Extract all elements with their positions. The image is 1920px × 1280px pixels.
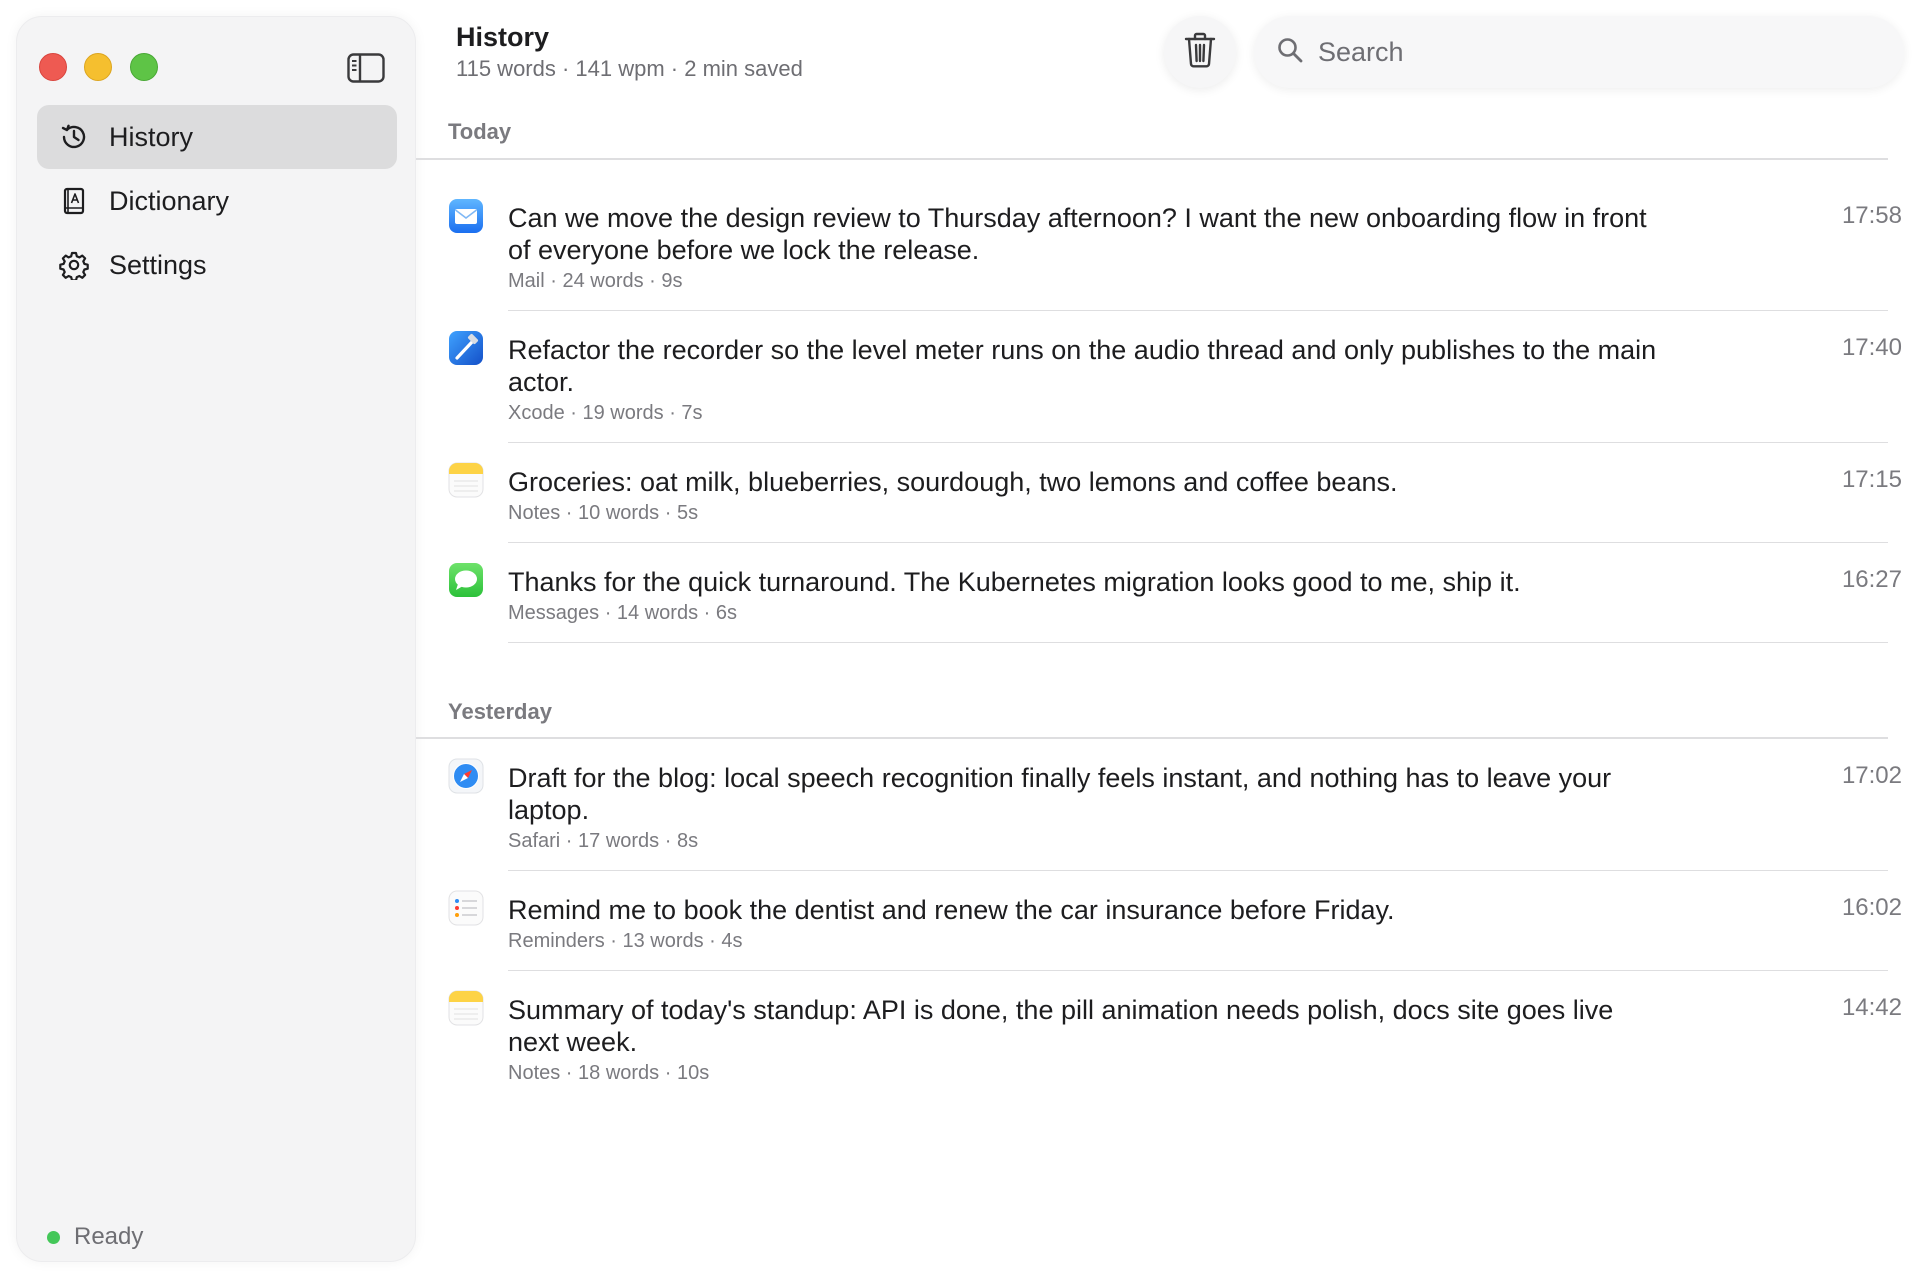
sidebar-toggle-icon[interactable] xyxy=(347,53,385,83)
entry-meta: Safari · 17 words · 8s xyxy=(508,830,699,852)
entry-time: 17:02 xyxy=(1841,762,1902,789)
messages-app-icon xyxy=(448,562,484,598)
entry-time: 14:42 xyxy=(1841,994,1902,1021)
entry-text: Remind me to book the dentist and renew … xyxy=(508,895,1395,925)
entry-time: 17:40 xyxy=(1841,334,1902,361)
entry-meta: Notes · 18 words · 10s xyxy=(508,1062,710,1084)
entry-meta: Reminders · 13 words · 4s xyxy=(508,930,743,952)
section-divider xyxy=(416,158,1888,160)
entry-text: Draft for the blog: local speech recogni… xyxy=(508,763,1612,825)
entry-text: Can we move the design review to Thursda… xyxy=(508,203,1647,265)
search-icon xyxy=(1276,36,1304,69)
trash-icon xyxy=(1183,31,1217,74)
reminders-app-icon xyxy=(448,890,484,926)
main-content: History 115 words · 141 wpm · 2 min save… xyxy=(416,0,1920,1280)
zoom-window-button[interactable] xyxy=(130,53,158,81)
sidebar-item-dictionary[interactable]: Dictionary xyxy=(37,169,397,233)
section-divider xyxy=(416,737,1888,739)
row-divider xyxy=(508,542,1888,543)
entry-time: 16:02 xyxy=(1841,894,1902,921)
gear-icon xyxy=(59,250,89,280)
sidebar-item-label: Dictionary xyxy=(109,185,230,216)
minimize-window-button[interactable] xyxy=(84,53,112,81)
close-window-button[interactable] xyxy=(39,53,67,81)
sidebar-nav: History Dictionary Settings xyxy=(37,105,397,297)
clear-history-button[interactable] xyxy=(1164,16,1236,88)
page-title: History xyxy=(456,22,550,52)
entry-time: 17:15 xyxy=(1841,466,1902,493)
search-field[interactable] xyxy=(1254,16,1904,88)
notes-app-icon xyxy=(448,990,484,1026)
sidebar-item-history[interactable]: History xyxy=(37,105,397,169)
status-label: Ready xyxy=(74,1223,144,1250)
section-header-today: Today xyxy=(448,119,512,144)
entry-text: Groceries: oat milk, blueberries, sourdo… xyxy=(508,467,1398,497)
entry-text: Refactor the recorder so the level meter… xyxy=(508,335,1657,397)
mail-app-icon xyxy=(448,198,484,234)
sidebar: History Dictionary Settings Ready xyxy=(16,16,416,1262)
notes-app-icon xyxy=(448,462,484,498)
row-divider xyxy=(508,970,1888,971)
status-indicator: Ready xyxy=(47,1223,143,1251)
safari-app-icon xyxy=(448,758,484,794)
row-divider xyxy=(508,870,1888,871)
entry-meta: Mail · 24 words · 9s xyxy=(508,270,683,292)
section-header-yesterday: Yesterday xyxy=(448,699,552,724)
sidebar-item-label: History xyxy=(109,121,194,152)
status-dot-icon xyxy=(47,1230,60,1244)
entry-time: 16:27 xyxy=(1841,566,1902,593)
sidebar-item-settings[interactable]: Settings xyxy=(37,233,397,297)
page-subtitle: 115 words · 141 wpm · 2 min saved xyxy=(456,56,803,81)
entry-text: Thanks for the quick turnaround. The Kub… xyxy=(508,567,1521,597)
entry-meta: Messages · 14 words · 6s xyxy=(508,602,737,624)
row-divider xyxy=(508,310,1888,311)
history-icon xyxy=(59,122,89,152)
app-window: History Dictionary Settings Ready Histor… xyxy=(0,0,1920,1280)
entry-meta: Notes · 10 words · 5s xyxy=(508,502,699,524)
search-input[interactable] xyxy=(1318,36,1878,68)
entry-text: Summary of today's standup: API is done,… xyxy=(508,995,1614,1057)
row-divider xyxy=(508,642,1888,643)
xcode-app-icon xyxy=(448,330,484,366)
row-divider xyxy=(508,442,1888,443)
entry-meta: Xcode · 19 words · 7s xyxy=(508,402,703,424)
entry-time: 17:58 xyxy=(1841,202,1902,229)
book-icon xyxy=(59,186,89,216)
sidebar-item-label: Settings xyxy=(109,249,207,280)
